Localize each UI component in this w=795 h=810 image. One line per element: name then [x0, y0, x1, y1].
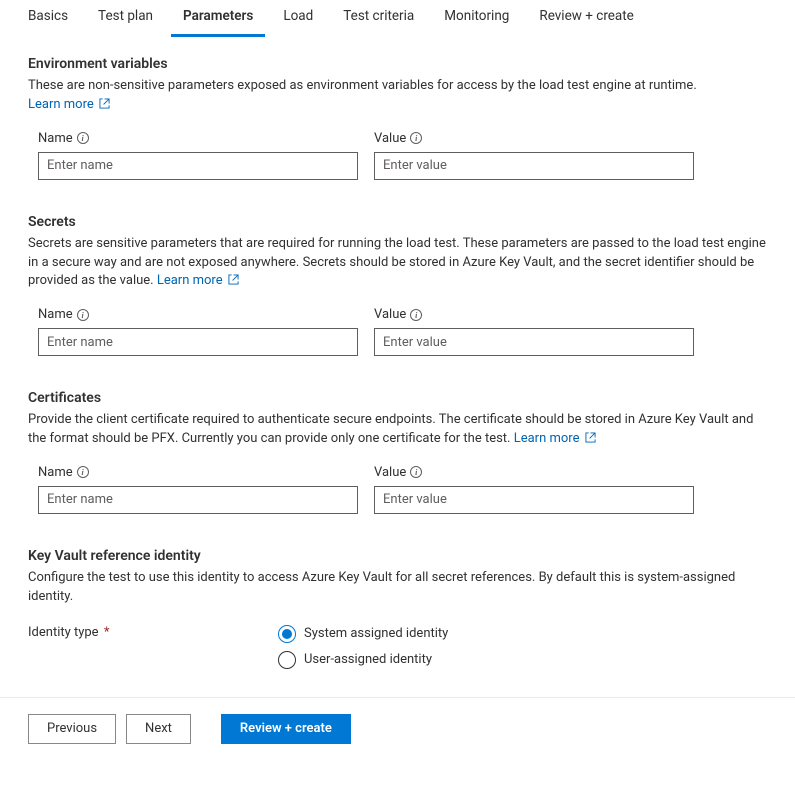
env-value-col: Value [374, 131, 694, 180]
info-icon[interactable] [77, 132, 89, 144]
secret-name-col: Name [38, 307, 358, 356]
secret-value-col: Value [374, 307, 694, 356]
info-icon[interactable] [410, 309, 422, 321]
tab-test-plan[interactable]: Test plan [86, 0, 165, 37]
info-icon[interactable] [410, 466, 422, 478]
keyvault-desc: Configure the test to use this identity … [28, 569, 767, 607]
tab-test-criteria[interactable]: Test criteria [331, 0, 426, 37]
env-name-input[interactable] [38, 152, 358, 180]
secret-value-label: Value [374, 307, 694, 322]
certificates-desc-text: Provide the client certificate required … [28, 412, 753, 446]
cert-name-label-text: Name [38, 465, 73, 480]
secret-name-label-text: Name [38, 307, 73, 322]
certificates-row: Name Value [28, 455, 767, 514]
env-name-label-text: Name [38, 131, 73, 146]
secrets-desc-text: Secrets are sensitive parameters that ar… [28, 236, 766, 289]
info-icon[interactable] [410, 132, 422, 144]
env-vars-title: Environment variables [28, 56, 767, 72]
tab-monitoring[interactable]: Monitoring [432, 0, 521, 37]
radio-user-label: User-assigned identity [304, 652, 432, 667]
env-value-label-text: Value [374, 131, 406, 146]
identity-type-label: Identity type * [28, 625, 278, 640]
cert-value-label-text: Value [374, 465, 406, 480]
identity-type-radio-group: System assigned identity User-assigned i… [278, 625, 448, 669]
review-create-button[interactable]: Review + create [221, 714, 351, 744]
radio-system-label: System assigned identity [304, 626, 448, 641]
parameters-panel: Environment variables These are non-sens… [0, 38, 795, 669]
env-vars-section: Environment variables These are non-sens… [28, 56, 767, 180]
wizard-tabs: Basics Test plan Parameters Load Test cr… [0, 0, 795, 38]
env-vars-row: Name Value [28, 121, 767, 180]
tab-parameters[interactable]: Parameters [171, 0, 265, 37]
tab-review-create[interactable]: Review + create [527, 0, 645, 37]
env-vars-desc-text: These are non-sensitive parameters expos… [28, 78, 697, 93]
secrets-learn-more-link[interactable]: Learn more [157, 273, 239, 288]
next-button[interactable]: Next [126, 714, 191, 744]
certificates-section: Certificates Provide the client certific… [28, 390, 767, 514]
learn-more-label: Learn more [157, 273, 223, 288]
cert-value-col: Value [374, 465, 694, 514]
keyvault-title: Key Vault reference identity [28, 548, 767, 564]
secrets-row: Name Value [28, 297, 767, 356]
certificates-title: Certificates [28, 390, 767, 406]
external-link-icon [99, 98, 110, 109]
tab-load[interactable]: Load [271, 0, 325, 37]
learn-more-label: Learn more [28, 97, 94, 112]
identity-type-label-text: Identity type [28, 625, 99, 640]
env-name-col: Name [38, 131, 358, 180]
cert-value-input[interactable] [374, 486, 694, 514]
env-value-input[interactable] [374, 152, 694, 180]
cert-name-col: Name [38, 465, 358, 514]
radio-circle-icon [278, 625, 296, 643]
env-vars-desc: These are non-sensitive parameters expos… [28, 77, 767, 115]
secrets-section: Secrets Secrets are sensitive parameters… [28, 214, 767, 357]
required-indicator: * [104, 625, 110, 640]
previous-button[interactable]: Previous [28, 714, 116, 744]
radio-system-assigned[interactable]: System assigned identity [278, 625, 448, 643]
secret-value-input[interactable] [374, 328, 694, 356]
info-icon[interactable] [77, 309, 89, 321]
secrets-desc: Secrets are sensitive parameters that ar… [28, 235, 767, 292]
env-value-label: Value [374, 131, 694, 146]
wizard-footer: Previous Next Review + create [0, 697, 795, 760]
radio-user-assigned[interactable]: User-assigned identity [278, 651, 448, 669]
keyvault-identity-section: Key Vault reference identity Configure t… [28, 548, 767, 669]
cert-name-label: Name [38, 465, 358, 480]
tab-basics[interactable]: Basics [16, 0, 80, 37]
secrets-title: Secrets [28, 214, 767, 230]
learn-more-label: Learn more [514, 431, 580, 446]
cert-value-label: Value [374, 465, 694, 480]
secret-name-label: Name [38, 307, 358, 322]
radio-circle-icon [278, 651, 296, 669]
info-icon[interactable] [77, 466, 89, 478]
external-link-icon [585, 432, 596, 443]
env-name-label: Name [38, 131, 358, 146]
certificates-desc: Provide the client certificate required … [28, 411, 767, 449]
external-link-icon [228, 274, 239, 285]
env-vars-learn-more-link[interactable]: Learn more [28, 97, 110, 112]
secret-value-label-text: Value [374, 307, 406, 322]
cert-name-input[interactable] [38, 486, 358, 514]
identity-type-row: Identity type * System assigned identity… [28, 613, 767, 669]
certificates-learn-more-link[interactable]: Learn more [514, 431, 596, 446]
secret-name-input[interactable] [38, 328, 358, 356]
